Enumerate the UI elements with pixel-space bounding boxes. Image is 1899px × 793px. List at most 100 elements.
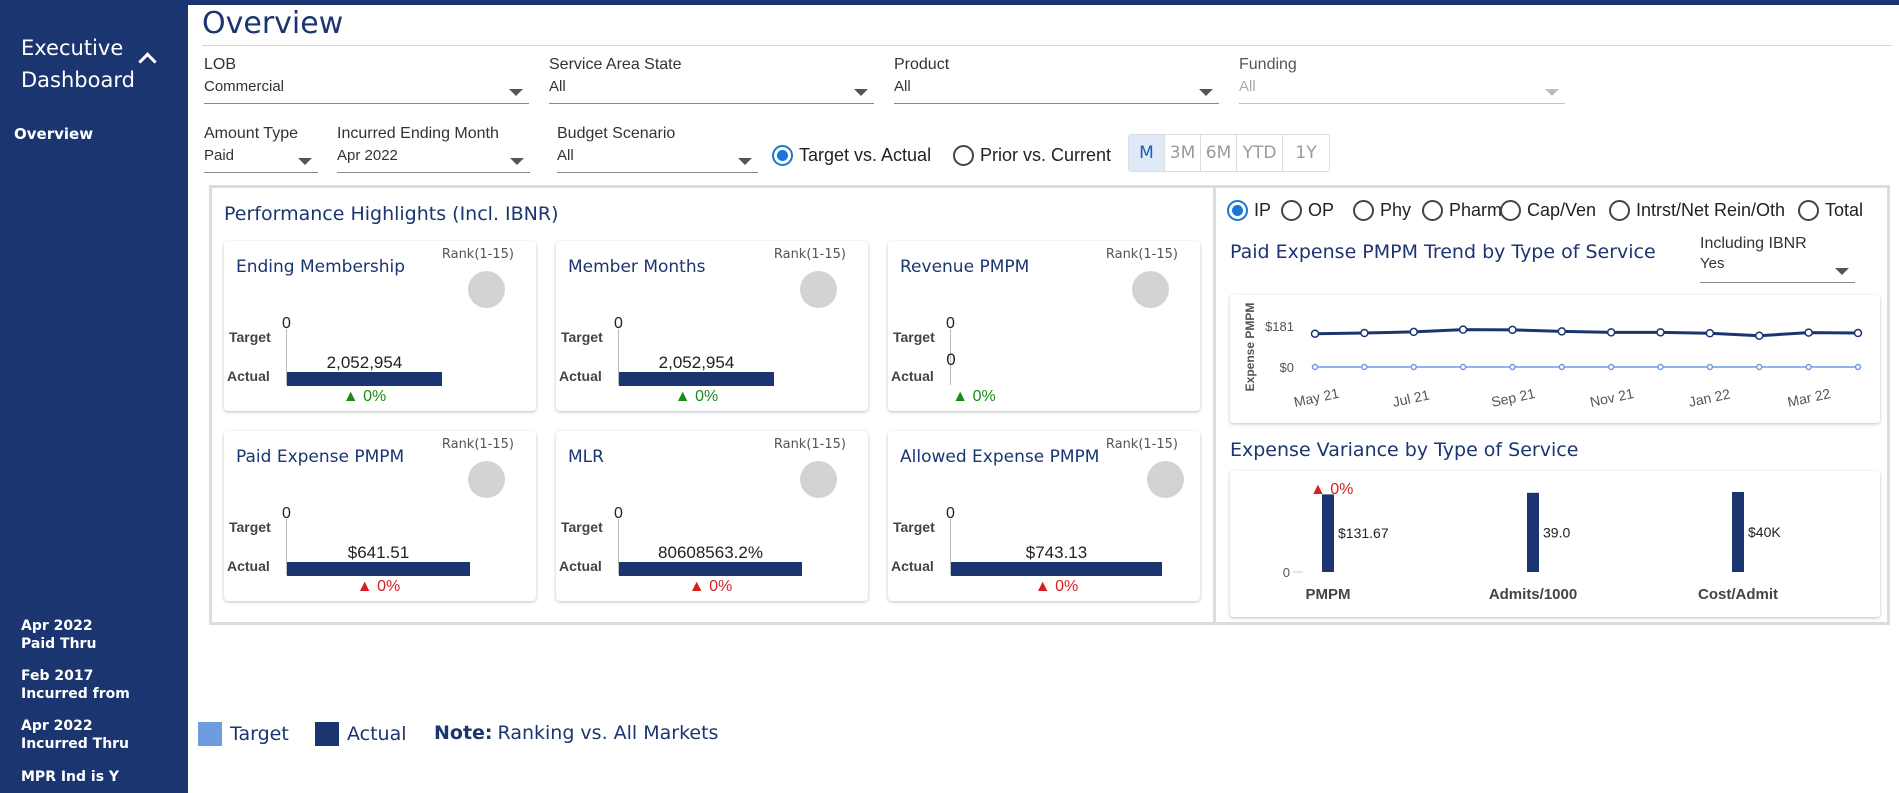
radio-service-ip[interactable]: IP (1227, 200, 1271, 221)
category-label: PMPM (1306, 586, 1351, 603)
variance-chart-title: Expense Variance by Type of Service (1230, 439, 1579, 461)
data-point-actual (1804, 328, 1813, 337)
data-point-target (1459, 363, 1467, 371)
metric-title: Revenue PMPM (900, 257, 1030, 277)
metric-card[interactable]: Paid Expense PMPM Rank(1-15) Target Actual 0… (224, 431, 536, 601)
dropdown-caret-icon (1835, 268, 1849, 275)
actual-label: Actual (227, 558, 270, 574)
including-ibnr-select[interactable]: Including IBNR Yes (1700, 235, 1855, 283)
data-point-actual (1409, 327, 1418, 337)
lob-select[interactable]: LOB Commercial (204, 56, 529, 104)
radio-service-intrst-net-rein-oth[interactable]: Intrst/Net Rein/Oth (1609, 200, 1785, 221)
metric-card[interactable]: Ending Membership Rank(1-15) Target Actual 0… (224, 241, 536, 411)
trend-chart-box: Expense PMPM $181 $0 May 21 Jul 21 Sep 21 Nov … (1230, 295, 1880, 423)
data-point-actual (1557, 327, 1567, 336)
radio-service-total[interactable]: Total (1798, 200, 1863, 221)
change-indicator: ▲ 0% (342, 388, 387, 405)
rank-label: Rank(1-15) (773, 437, 846, 452)
change-indicator: ▲ 0% (952, 388, 996, 405)
change-indicator: ▲ 0% (674, 388, 719, 405)
metric-title: Ending Membership (236, 257, 406, 277)
chevron-up-icon[interactable] (138, 52, 157, 71)
target-value: 0 (946, 505, 955, 522)
bar-value-label: $131.67 (1338, 525, 1389, 541)
period-3m-button[interactable]: 3M (1165, 135, 1201, 171)
data-point-target (1558, 363, 1566, 371)
funding-select[interactable]: Funding All (1239, 56, 1565, 104)
actual-value: 80608563.2% (658, 543, 763, 562)
data-point-target (1706, 363, 1714, 371)
radio-service-pharm[interactable]: Pharm (1422, 200, 1502, 221)
radio-service-cap-ven[interactable]: Cap/Ven (1500, 200, 1596, 221)
budget-scenario-select[interactable]: Budget Scenario All (557, 125, 758, 173)
actual-label: Actual (227, 368, 270, 384)
product-select[interactable]: Product All (894, 56, 1219, 104)
metric-card[interactable]: Allowed Expense PMPM Rank(1-15) Target Actu… (888, 431, 1200, 601)
target-value: 0 (946, 315, 955, 332)
category-label: Admits/1000 (1489, 586, 1577, 603)
period-m-button[interactable]: M (1129, 135, 1165, 171)
x-tick-label: Jan 22 (1687, 386, 1732, 410)
performance-highlights-title: Performance Highlights (Incl. IBNR) (224, 203, 559, 225)
dropdown-caret-icon (1545, 89, 1559, 96)
incurred-ending-month-select[interactable]: Incurred Ending Month Apr 2022 (337, 125, 530, 173)
x-tick-label: Nov 21 (1588, 385, 1635, 410)
data-point-target (1311, 363, 1319, 371)
rank-indicator (800, 271, 837, 308)
metric-title: MLR (568, 447, 604, 467)
data-point-actual (1853, 328, 1863, 338)
target-label: Target (561, 519, 603, 535)
sidebar-title[interactable]: Executive Dashboard (21, 32, 135, 96)
metric-title: Member Months (568, 257, 706, 277)
actual-swatch (315, 722, 339, 746)
metric-title: Allowed Expense PMPM (900, 447, 1100, 467)
actual-bar (619, 372, 774, 386)
period-6m-button[interactable]: 6M (1201, 135, 1237, 171)
change-indicator: ▲ 0% (1034, 578, 1079, 595)
dropdown-caret-icon (509, 89, 523, 96)
data-point-target (1509, 363, 1516, 371)
period-ytd-button[interactable]: YTD (1237, 135, 1283, 171)
variance-chart-box: 0 $131.67 PMPM 39.0 Admits/1000 $40K Cost/Admi… (1230, 471, 1880, 617)
metric-card[interactable]: MLR Rank(1-15) Target Actual 0 80608563.2% ▲ 0… (556, 431, 868, 601)
data-point-actual (1360, 328, 1369, 338)
sidebar-item-overview[interactable]: Overview (14, 125, 93, 143)
trend-chart-title: Paid Expense PMPM Trend by Type of Servi… (1230, 241, 1656, 263)
actual-bar (287, 562, 470, 576)
bar-pmpm (1322, 494, 1334, 572)
metric-card[interactable]: Member Months Rank(1-15) Target Actual 0 2,05… (556, 241, 868, 411)
data-point-target (1607, 363, 1615, 371)
metric-card[interactable]: Revenue PMPM Rank(1-15) Target Actual 0 0 ▲ 0% (888, 241, 1200, 411)
incurred-from-info: Feb 2017 Incurred from (21, 668, 130, 702)
y-tick-label: $0 (1280, 360, 1294, 375)
radio-target-vs-actual[interactable]: Target vs. Actual (772, 145, 931, 166)
title-divider (202, 45, 1892, 46)
target-label: Target (229, 329, 271, 345)
service-area-state-select[interactable]: Service Area State All (549, 56, 874, 104)
bar-value-label: $40K (1748, 524, 1781, 540)
data-point-actual (1656, 328, 1665, 337)
rank-indicator (468, 461, 505, 498)
trend-line-chart: Expense PMPM $181 $0 May 21 Jul 21 Sep 21 Nov … (1243, 303, 1863, 410)
data-point-actual (1508, 325, 1517, 335)
target-label: Target (561, 329, 603, 345)
period-1y-button[interactable]: 1Y (1283, 135, 1329, 171)
target-label: Target (229, 519, 271, 535)
mpr-ind-info: MPR Ind is Y (21, 769, 120, 785)
rank-label: Rank(1-15) (441, 437, 514, 452)
radio-prior-vs-current[interactable]: Prior vs. Current (953, 145, 1111, 166)
period-toggle: M 3M 6M YTD 1Y (1128, 134, 1330, 172)
radio-service-phy[interactable]: Phy (1353, 200, 1411, 221)
actual-value: 0 (946, 350, 956, 369)
amount-type-select[interactable]: Amount Type Paid (204, 125, 318, 173)
radio-service-op[interactable]: OP (1281, 200, 1334, 221)
target-value: 0 (614, 315, 623, 332)
actual-label: Actual (559, 368, 602, 384)
target-label: Target (893, 329, 935, 345)
paid-thru-info: Apr 2022 Paid Thru (21, 618, 97, 652)
data-point-target (1805, 363, 1812, 371)
rank-label: Rank(1-15) (1105, 247, 1178, 262)
actual-bar (951, 562, 1162, 576)
actual-value: $641.51 (347, 543, 410, 562)
legend-target: Target (198, 722, 289, 746)
